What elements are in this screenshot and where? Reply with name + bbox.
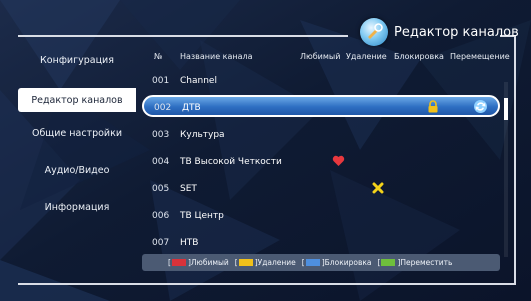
row-number: 006: [152, 211, 170, 221]
screen: Редактор каналов Конфигурация Редактор к…: [0, 0, 531, 301]
row-number: 005: [152, 184, 170, 194]
blue-key-swatch: [305, 259, 320, 266]
legend-label: ]Переместить: [397, 258, 453, 267]
legend-bracket: [: [377, 258, 381, 267]
legend-bracket: [: [234, 258, 238, 267]
table-row[interactable]: 003 Культура: [142, 122, 500, 148]
row-number: 001: [152, 76, 170, 86]
header-channel-name: Название канала: [180, 52, 253, 61]
legend-bracket: [: [301, 258, 305, 267]
frame-bottom-line: [18, 283, 516, 285]
header-move: Перемещение: [450, 52, 510, 61]
row-channel-name: Channel: [180, 76, 217, 86]
row-channel-name: SET: [180, 184, 197, 194]
yellow-key-swatch: [238, 259, 253, 266]
legend-favorite: [ ]Любимый: [168, 258, 229, 267]
table-row[interactable]: 004 ТВ Высокой Четкости: [142, 149, 500, 175]
header-delete: Удаление: [346, 52, 387, 61]
sidebar-item-config[interactable]: Конфигурация: [18, 48, 136, 72]
sidebar-item-information[interactable]: Информация: [18, 195, 136, 219]
frame-top-line: [18, 35, 348, 37]
sidebar-item-audio-video[interactable]: Аудио/Видео: [18, 158, 136, 182]
sidebar-item-general-settings[interactable]: Общие настройки: [18, 121, 136, 145]
lock-icon[interactable]: [427, 100, 439, 116]
header-lock: Блокировка: [394, 52, 444, 61]
heart-icon[interactable]: [332, 155, 345, 170]
row-number: 004: [152, 157, 170, 167]
legend-label: ]Любимый: [187, 258, 229, 267]
sidebar-item-channel-editor[interactable]: Редактор каналов: [18, 88, 136, 112]
legend-label: ]Блокировка: [321, 258, 372, 267]
row-number: 007: [152, 238, 170, 248]
row-channel-name: ДТВ: [182, 103, 201, 113]
sidebar-item-label: Аудио/Видео: [44, 164, 110, 176]
row-channel-name: Культура: [180, 130, 225, 140]
row-channel-name: НТВ: [180, 238, 199, 248]
legend-bar: [ ]Любимый [ ]Удаление [ ]Блокировка [ ]…: [142, 254, 500, 271]
table-row[interactable]: 007 НТВ: [142, 230, 500, 256]
header-number: №: [154, 52, 163, 61]
green-key-swatch: [381, 259, 396, 266]
table-row[interactable]: 005 SET: [142, 176, 500, 202]
sidebar-item-label: Конфигурация: [40, 54, 114, 66]
row-channel-name: ТВ Высокой Четкости: [180, 157, 282, 167]
move-icon[interactable]: [473, 99, 488, 117]
legend-delete: [ ]Удаление: [235, 258, 296, 267]
row-channel-name: ТВ Центр: [180, 211, 224, 221]
frame-right-line: [514, 35, 516, 285]
sidebar-item-label: Общие настройки: [31, 127, 123, 139]
header-favorite: Любимый: [300, 52, 341, 61]
row-number: 003: [152, 130, 170, 140]
sidebar-item-label: Редактор каналов: [31, 94, 123, 106]
legend-move: [ ]Переместить: [378, 258, 453, 267]
table-row[interactable]: 006 ТВ Центр: [142, 203, 500, 229]
legend-bracket: [: [168, 258, 171, 267]
legend-lock: [ ]Блокировка: [302, 258, 372, 267]
red-key-swatch: [171, 259, 186, 266]
delete-x-icon[interactable]: [372, 182, 384, 197]
sidebar-item-label: Информация: [44, 201, 110, 213]
scrollbar-thumb[interactable]: [504, 98, 508, 120]
row-number: 002: [154, 103, 172, 113]
legend-label: ]Удаление: [254, 258, 296, 267]
table-row[interactable]: 001 Channel: [142, 68, 500, 94]
channel-table: № Название канала Любимый Удаление Блоки…: [142, 38, 514, 278]
table-row-selected[interactable]: 002 ДТВ: [142, 95, 500, 117]
